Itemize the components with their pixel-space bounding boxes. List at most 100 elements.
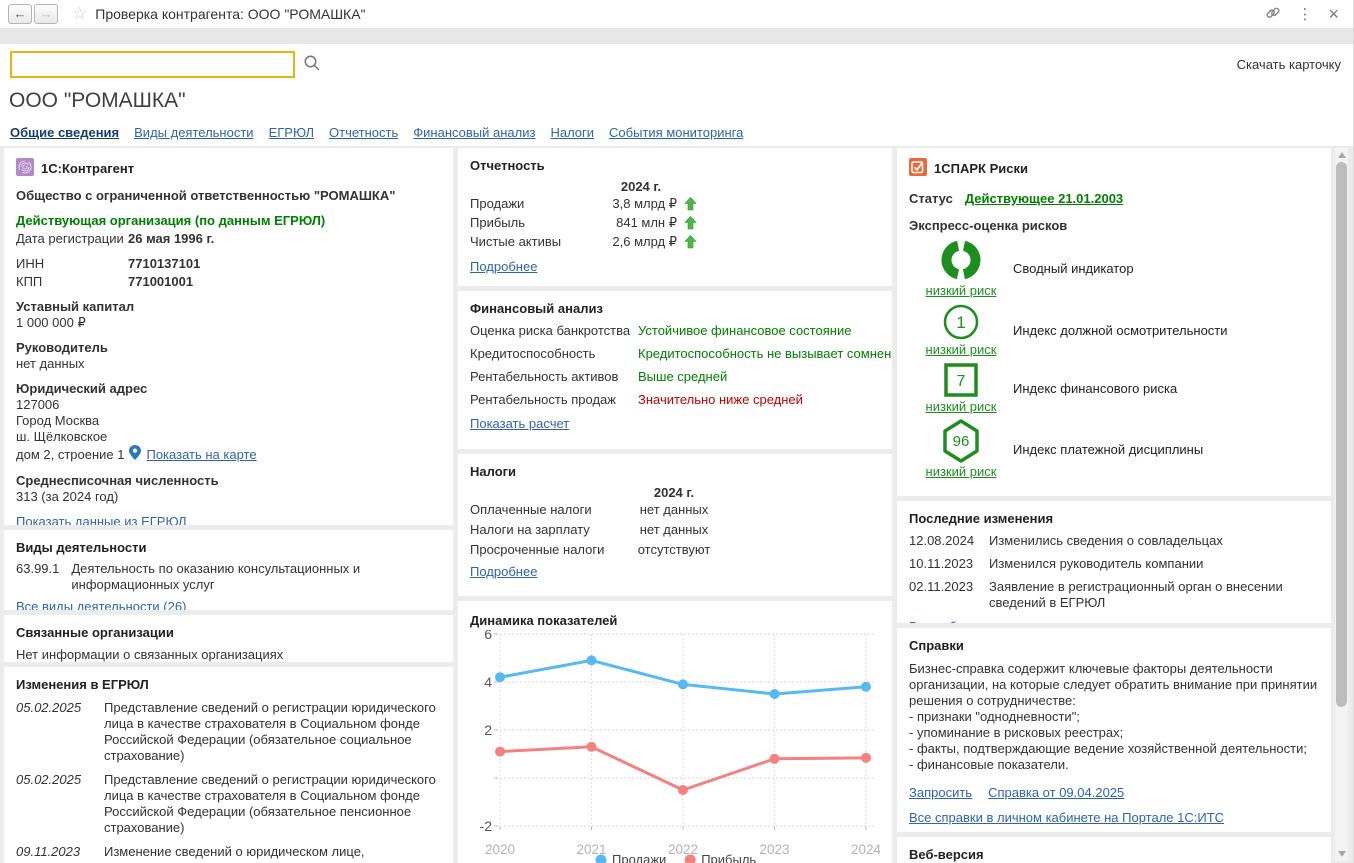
- finance-row-label: Рентабельность продаж: [470, 391, 638, 408]
- risk-indicator-left: 7низкий риск: [909, 362, 1013, 414]
- spark-risks-card: 1СПАРК Риски Статус Действующее 21.01.20…: [897, 148, 1331, 496]
- circle-risk-icon: 1: [909, 303, 1013, 341]
- tab-Виды деятельности[interactable]: Виды деятельности: [134, 125, 253, 140]
- back-button[interactable]: ←: [8, 4, 32, 24]
- reg-date-value: 26 мая 1996 г.: [128, 231, 214, 247]
- finance-row: Рентабельность активовВыше средней: [470, 368, 880, 385]
- finance-row-label: Оценка риска банкротства: [470, 322, 638, 339]
- tab-Общие сведения[interactable]: Общие сведения: [10, 125, 119, 140]
- finance-row-value: Выше средней: [638, 368, 880, 385]
- risk-indicator: 1низкий рискИндекс должной осмотрительно…: [909, 303, 1319, 357]
- taxes-card: Налоги 2024 г. Оплаченные налогинет данн…: [458, 454, 892, 596]
- express-risk-label: Экспресс-оценка рисков: [909, 218, 1319, 233]
- certificate-date-link[interactable]: Справка от 09.04.2025: [988, 785, 1124, 800]
- portal-certificates-link[interactable]: Все справки в личном кабинете на Портале…: [909, 810, 1224, 825]
- window-title: Проверка контрагента: ООО "РОМАШКА": [95, 6, 365, 22]
- change-date: 05.02.2025: [16, 700, 92, 764]
- tax-row: Оплаченные налогинет данных: [470, 500, 880, 520]
- svg-text:Прибыль: Прибыль: [701, 852, 756, 863]
- all-monitoring-events-link[interactable]: Все события мониторинга: [909, 619, 1067, 623]
- related-card: Связанные организации Нет информации о с…: [4, 615, 453, 662]
- taxes-more-link[interactable]: Подробнее: [470, 564, 537, 579]
- activities-card: Виды деятельности 63.99.1 Деятельность п…: [4, 530, 453, 610]
- address-line: дом 2, строение 1 Показать на карте: [16, 445, 441, 464]
- reporting-row-label: Чистые активы: [470, 232, 585, 251]
- company-full-name: Общество с ограниченной ответственностью…: [16, 188, 441, 204]
- certificates-description-line: - финансовые показатели.: [909, 757, 1319, 773]
- status-value-link[interactable]: Действующее 21.01.2003: [965, 191, 1123, 206]
- link-icon[interactable]: [1265, 5, 1281, 24]
- reporting-row-label: Продажи: [470, 194, 585, 213]
- search-input[interactable]: [10, 51, 295, 78]
- finance-title: Финансовый анализ: [470, 301, 880, 316]
- risk-level-link[interactable]: низкий риск: [926, 342, 997, 357]
- map-pin-icon: [129, 445, 141, 464]
- risk-indicator-name: Индекс финансового риска: [1013, 381, 1319, 396]
- taxes-title: Налоги: [470, 464, 880, 479]
- close-icon[interactable]: ×: [1328, 7, 1339, 22]
- tab-Отчетность[interactable]: Отчетность: [329, 125, 398, 140]
- tax-row-label: Налоги на зарплату: [470, 520, 618, 540]
- svg-text:96: 96: [953, 433, 970, 450]
- search-icon[interactable]: [301, 52, 323, 77]
- recent-changes-card: Последние изменения 12.08.2024Изменились…: [897, 501, 1331, 623]
- risk-level-link[interactable]: низкий риск: [926, 464, 997, 479]
- toolbar: Скачать карточку: [0, 44, 1353, 84]
- risk-indicators-list: низкий рискСводный индикатор1низкий риск…: [909, 238, 1319, 479]
- toolbar-divider: [0, 28, 1353, 44]
- menu-kebab-icon[interactable]: ⋮: [1297, 7, 1312, 22]
- web-version-card: Веб-версия: [897, 837, 1331, 863]
- finance-row-value: Значительно ниже средней: [638, 391, 880, 408]
- risk-indicator-left: низкий риск: [909, 238, 1013, 298]
- event-date: 02.11.2023: [909, 579, 979, 611]
- risk-indicator-left: 96 низкий риск: [909, 419, 1013, 479]
- risk-level-link[interactable]: низкий риск: [926, 283, 997, 298]
- request-certificate-link[interactable]: Запросить: [909, 785, 972, 800]
- tab-События мониторинга[interactable]: События мониторинга: [609, 125, 743, 140]
- change-date: 05.02.2025: [16, 772, 92, 836]
- certificates-card: Справки Бизнес-справка содержит ключевые…: [897, 628, 1331, 832]
- change-date: 09.11.2023: [16, 844, 92, 863]
- capital-value: 1 000 000 ₽: [16, 315, 441, 331]
- page-title: ООО "РОМАШКА": [0, 84, 1353, 118]
- vertical-scrollbar[interactable]: [1335, 148, 1348, 861]
- event-date: 12.08.2024: [909, 533, 979, 549]
- capital-label: Уставный капитал: [16, 299, 441, 315]
- address-line: 127006: [16, 397, 441, 413]
- show-on-map-link[interactable]: Показать на карте: [146, 447, 256, 463]
- content-area: 1С:Контрагент Общество с ограниченной от…: [0, 146, 1353, 863]
- related-title: Связанные организации: [16, 625, 441, 640]
- risk-level-link[interactable]: низкий риск: [926, 399, 997, 414]
- favorites-star-icon[interactable]: ☆: [72, 4, 87, 24]
- egrul-changes-list: 05.02.2025Представление сведений о регис…: [16, 700, 441, 863]
- event-text: Изменились сведения о совладельцах: [989, 533, 1319, 549]
- all-activities-link[interactable]: Все виды деятельности (26): [16, 599, 186, 610]
- address-line-text: дом 2, строение 1: [16, 447, 124, 463]
- risk-indicator-left: 1низкий риск: [909, 303, 1013, 357]
- tab-ЕГРЮЛ[interactable]: ЕГРЮЛ: [269, 125, 314, 140]
- inn-value: 7710137101: [128, 256, 200, 272]
- reporting-row-value: 3,8 млрд ₽: [585, 194, 677, 213]
- scrollbar-down-arrow[interactable]: [1338, 851, 1346, 857]
- scrollbar-thumb[interactable]: [1336, 162, 1347, 707]
- egrul-changes-title: Изменения в ЕГРЮЛ: [16, 677, 441, 692]
- reporting-card: Отчетность 2024 г. Продажи3,8 млрд ₽Приб…: [458, 148, 892, 286]
- scrollbar-up-arrow[interactable]: [1338, 152, 1346, 158]
- app-window: ← → ☆ Проверка контрагента: ООО "РОМАШКА…: [0, 0, 1354, 863]
- reporting-row: Прибыль841 млн ₽: [470, 213, 880, 232]
- tabs-bar: Общие сведения Виды деятельности ЕГРЮЛ Отче…: [0, 118, 1353, 146]
- chart-title: Динамика показателей: [470, 611, 880, 630]
- reporting-more-link[interactable]: Подробнее: [470, 259, 537, 274]
- show-egrul-data-link[interactable]: Показать данные из ЕГРЮЛ: [16, 514, 187, 525]
- show-calculation-link[interactable]: Показать расчет: [470, 416, 569, 431]
- forward-button[interactable]: →: [34, 4, 58, 24]
- tab-Финансовый анализ[interactable]: Финансовый анализ: [413, 125, 535, 140]
- reporting-row-label: Прибыль: [470, 213, 585, 232]
- address-label: Юридический адрес: [16, 381, 441, 397]
- finance-rows: Оценка риска банкротстваУстойчивое финан…: [470, 322, 880, 408]
- tab-Налоги[interactable]: Налоги: [550, 125, 594, 140]
- kpp-label: КПП: [16, 274, 128, 290]
- risk-indicator: 7низкий рискИндекс финансового риска: [909, 362, 1319, 414]
- kpp-value: 771001001: [128, 274, 193, 290]
- download-card-button[interactable]: Скачать карточку: [1237, 57, 1341, 72]
